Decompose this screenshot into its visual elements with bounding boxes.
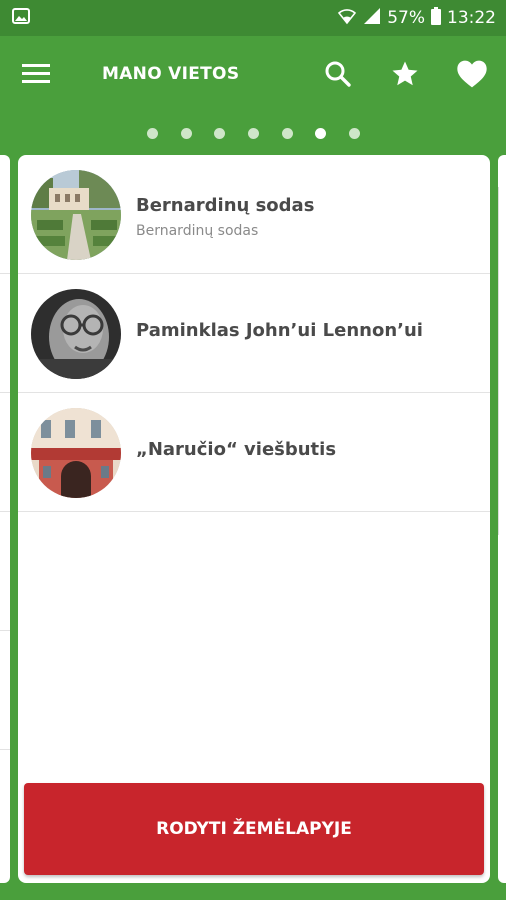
list-item[interactable]: „Naručio“ viešbutis [18, 393, 490, 512]
liked-heart-button[interactable] [452, 56, 492, 96]
divider [0, 511, 10, 512]
app-bar: MANO VIETOS [0, 36, 506, 116]
place-image-garden [31, 170, 121, 260]
places-card: Bernardinų sodas Bernardinų sodas Pamink… [18, 155, 490, 883]
place-image-hotel [31, 408, 121, 498]
list-item[interactable]: Paminklas John’ui Lennon’ui [18, 274, 490, 393]
menu-icon [22, 64, 52, 90]
page-dot-1[interactable] [147, 128, 158, 139]
page-dot-2[interactable] [181, 128, 192, 139]
page-title: MANO VIETOS [102, 64, 240, 84]
search-icon [324, 60, 352, 92]
next-card-edge [498, 187, 506, 535]
clock: 13:22 [447, 8, 496, 28]
heart-icon [456, 59, 488, 93]
search-button[interactable] [318, 56, 358, 96]
star-icon [390, 59, 420, 93]
signal-icon [363, 7, 381, 30]
show-on-map-button[interactable]: RODYTI ŽEMĖLAPYJE [24, 783, 484, 875]
favorites-star-button[interactable] [385, 56, 425, 96]
place-title: Bernardinų sodas [136, 195, 315, 216]
next-page-card[interactable] [498, 155, 506, 883]
divider [0, 392, 10, 393]
page-dot-3[interactable] [214, 128, 225, 139]
page-indicator [0, 126, 506, 142]
place-title: „Naručio“ viešbutis [136, 439, 337, 460]
bottom-strip [0, 883, 506, 900]
previous-page-card[interactable] [0, 155, 10, 883]
place-image-lennon-monument [31, 289, 121, 379]
page-dot-5[interactable] [282, 128, 293, 139]
gallery-notification-icon [12, 8, 30, 28]
divider [0, 630, 10, 631]
battery-icon [431, 6, 441, 30]
divider [0, 749, 10, 750]
page-dot-6[interactable] [315, 128, 326, 139]
place-subtitle: Bernardinų sodas [136, 223, 259, 239]
page-dot-7[interactable] [349, 128, 360, 139]
list-item[interactable]: Bernardinų sodas Bernardinų sodas [18, 155, 490, 274]
page-dot-4[interactable] [248, 128, 259, 139]
battery-percent: 57% [387, 8, 425, 28]
wifi-icon [337, 7, 357, 30]
place-title: Paminklas John’ui Lennon’ui [136, 320, 423, 341]
divider [0, 273, 10, 274]
menu-button[interactable] [22, 60, 58, 90]
status-bar: 57% 13:22 [0, 0, 506, 36]
